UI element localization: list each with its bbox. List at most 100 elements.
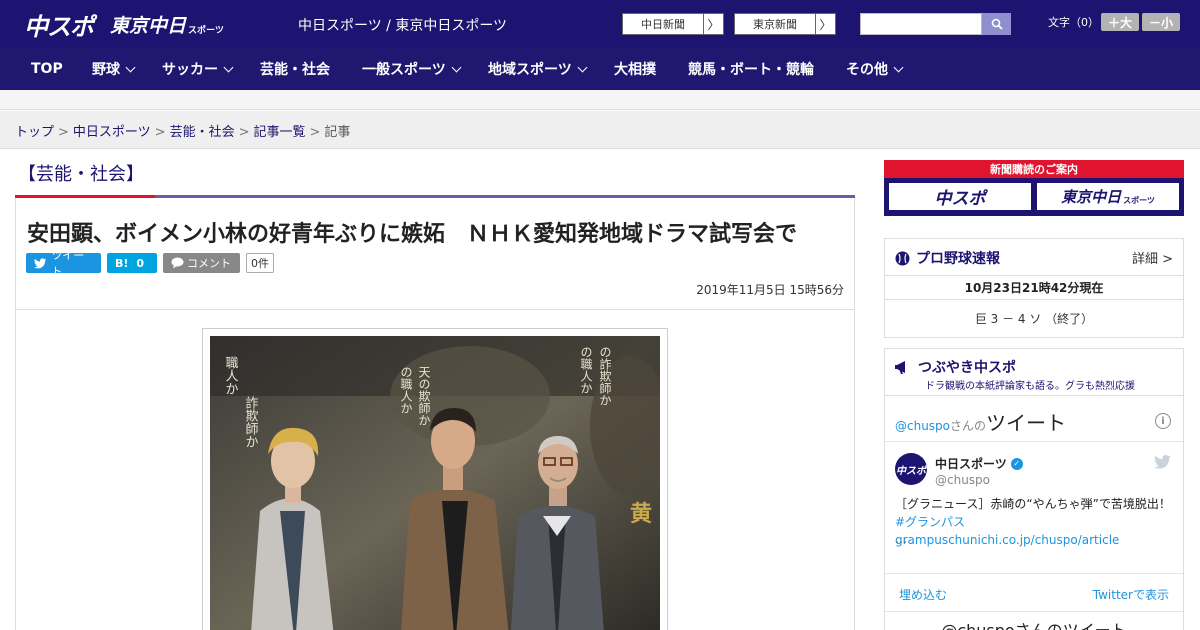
- category-title: 【芸能・社会】: [18, 164, 144, 185]
- twitter-widget: つぶやき中スポ ドラ観戦の本紙評論家も語る。グラも熱烈応援 @chuspoさんの…: [884, 348, 1184, 630]
- search-button[interactable]: [982, 13, 1011, 35]
- svg-text:の職人か: の職人か: [399, 366, 413, 414]
- font-increase-button[interactable]: ＋大: [1101, 13, 1139, 31]
- chevron-right-icon: 〉: [703, 14, 723, 34]
- timeline-handle[interactable]: @chuspo: [895, 419, 950, 433]
- tweet-author[interactable]: 中日スポーツ ✓: [935, 455, 1023, 472]
- chuspo-logo[interactable]: 中スポ: [24, 8, 94, 41]
- breadcrumb-article-list[interactable]: 記事一覧: [254, 125, 306, 140]
- tokyo-logo-text: 東京中日: [110, 14, 187, 37]
- subscription-title: 新聞購読のご案内: [990, 163, 1078, 176]
- tweet-handle[interactable]: @chuspo: [935, 473, 990, 487]
- view-on-twitter-link[interactable]: Twitterで表示: [1093, 586, 1169, 603]
- subscribe-chuspo-logo[interactable]: 中スポ: [888, 182, 1032, 211]
- nav-item-local-sports[interactable]: 地域スポーツ: [488, 48, 588, 90]
- svg-text:天の欺師か: 天の欺師か: [417, 366, 431, 426]
- nav-item-racing[interactable]: 競馬・ボート・競輪: [688, 48, 814, 90]
- tokyo-shimbun-label: 東京新聞: [753, 18, 797, 31]
- baseball-widget-title: プロ野球速報: [895, 248, 1000, 268]
- hatena-bookmark-button[interactable]: B! 0: [107, 253, 157, 273]
- embed-link[interactable]: 埋め込む: [899, 586, 947, 603]
- tweet-link[interactable]: #グランパス grampuschunichi.co.jp/chuspo/arti…: [895, 515, 1119, 547]
- breadcrumb-separator: >: [154, 125, 166, 140]
- svg-text:の詐欺師か: の詐欺師か: [598, 346, 612, 406]
- tweet-button[interactable]: ツイート: [26, 249, 101, 278]
- nav-item-soccer[interactable]: サッカー: [162, 48, 234, 90]
- comment-count: 0件: [246, 253, 274, 273]
- breadcrumb-top[interactable]: トップ: [15, 125, 54, 140]
- megaphone-icon: [895, 361, 905, 374]
- spacer-bar: [0, 90, 1200, 110]
- nav-label: 野球: [92, 62, 120, 78]
- article-headline: 安田顕、ボイメン小林の好青年ぶりに嫉妬 ＮＨＫ愛知発地域ドラマ試写会で: [27, 222, 798, 247]
- breadcrumb-entertainment[interactable]: 芸能・社会: [170, 125, 235, 140]
- timeline-suffix: さんの: [950, 419, 987, 433]
- sub-logo-small: スポーツ: [1123, 196, 1155, 205]
- comment-button[interactable]: コメント: [163, 253, 240, 273]
- chevron-down-icon: [577, 62, 588, 72]
- photo-illustration: 詐欺師か 職人か の詐欺師か の職人か 天の欺師か の職人か 黄: [210, 336, 660, 630]
- tweet-label: ツイート: [51, 249, 85, 278]
- font-decrease-button[interactable]: －小: [1142, 13, 1180, 31]
- twitter-widget-subtitle: ドラ観戦の本紙評論家も語る。グラも熱烈応援: [925, 381, 1135, 392]
- chevron-down-icon: [451, 62, 462, 72]
- tweet-ellipsis: …: [895, 532, 907, 546]
- tokyo-chunichi-logo[interactable]: 東京中日 スポーツ: [110, 8, 224, 40]
- nav-item-entertainment[interactable]: 芸能・社会: [260, 48, 330, 90]
- nav-label: 競馬・ボート・競輪: [688, 62, 814, 78]
- nav-item-other[interactable]: その他: [846, 48, 904, 90]
- sub-logo-text: 東京中日: [1061, 188, 1122, 206]
- divider: [885, 275, 1183, 276]
- breadcrumb-chunichi-sports[interactable]: 中日スポーツ: [73, 125, 151, 140]
- font-size-label: 文字（0）: [1048, 16, 1099, 29]
- baseball-score[interactable]: 巨 3 － 4 ソ （終了）: [885, 310, 1183, 327]
- chunichi-shimbun-label: 中日新聞: [641, 18, 685, 31]
- nav-item-baseball[interactable]: 野球: [92, 48, 136, 90]
- timeline-footer[interactable]: @chuspoさんのツイート: [885, 617, 1183, 630]
- tokyo-logo-small: スポーツ: [188, 25, 224, 36]
- chunichi-shimbun-button[interactable]: 中日新聞 〉: [622, 13, 724, 35]
- chevron-down-icon: [223, 62, 234, 72]
- nav-item-sumo[interactable]: 大相撲: [614, 48, 656, 90]
- twitter-bird-icon: [34, 257, 47, 268]
- hatena-label: B!: [115, 256, 129, 270]
- subscribe-tokyo-chunichi-logo[interactable]: 東京中日 スポーツ: [1036, 182, 1180, 211]
- article-photo[interactable]: 詐欺師か 職人か の詐欺師か の職人か 天の欺師か の職人か 黄: [210, 336, 660, 630]
- publish-date: 2019年11月5日 15時56分: [696, 283, 844, 297]
- main-nav: TOP 野球 サッカー 芸能・社会 一般スポーツ 地域スポーツ 大相撲 競馬・ボ…: [0, 48, 1200, 90]
- tweet-text-plain: ［グラニュース］赤崎の“やんちゃ弾”で苦境脱出！: [895, 497, 1171, 511]
- timeline-header: @chuspoさんのツイート: [895, 407, 1066, 436]
- baseball-score-widget: プロ野球速報 詳細 > 10月23日21時42分現在 巨 3 － 4 ソ （終了…: [884, 238, 1184, 338]
- nav-label: 芸能・社会: [260, 62, 330, 78]
- breadcrumb-current: 記事: [324, 125, 351, 140]
- breadcrumb-separator: >: [58, 125, 69, 140]
- social-buttons: ツイート B! 0 コメント 0件: [26, 249, 274, 278]
- tokyo-shimbun-button[interactable]: 東京新聞 〉: [734, 13, 836, 35]
- divider: [885, 395, 1183, 396]
- nav-item-top[interactable]: TOP: [31, 48, 63, 90]
- search-input[interactable]: [860, 13, 982, 35]
- nav-item-general-sports[interactable]: 一般スポーツ: [362, 48, 462, 90]
- nav-label: TOP: [31, 61, 63, 77]
- divider: [885, 441, 1183, 442]
- baseball-title-text: プロ野球速報: [916, 251, 1000, 267]
- baseball-details-link[interactable]: 詳細 >: [1132, 248, 1173, 267]
- divider: [885, 611, 1183, 612]
- nav-label: 一般スポーツ: [362, 62, 446, 78]
- nav-label: その他: [846, 62, 888, 78]
- twitter-widget-title: つぶやき中スポ: [895, 357, 1016, 377]
- article-photo-frame: 詐欺師か 職人か の詐欺師か の職人か 天の欺師か の職人か 黄: [202, 328, 668, 630]
- speech-bubble-icon: [171, 257, 184, 269]
- info-icon[interactable]: i: [1155, 413, 1171, 429]
- breadcrumb-separator: >: [238, 125, 250, 140]
- hatena-count: 0: [136, 256, 145, 270]
- search-icon: [991, 18, 1003, 30]
- chevron-down-icon: [893, 62, 904, 72]
- nav-label: サッカー: [162, 62, 218, 78]
- tweet-author-name: 中日スポーツ: [935, 457, 1007, 471]
- top-header: 中スポ 東京中日 スポーツ 中日スポーツ / 東京中日スポーツ 中日新聞 〉 東…: [0, 0, 1200, 48]
- avatar[interactable]: 中スポ: [895, 453, 927, 485]
- twitter-bird-icon[interactable]: [1154, 455, 1171, 469]
- baseball-icon: [895, 251, 910, 265]
- twitter-widget-title-text: つぶやき中スポ: [918, 360, 1016, 376]
